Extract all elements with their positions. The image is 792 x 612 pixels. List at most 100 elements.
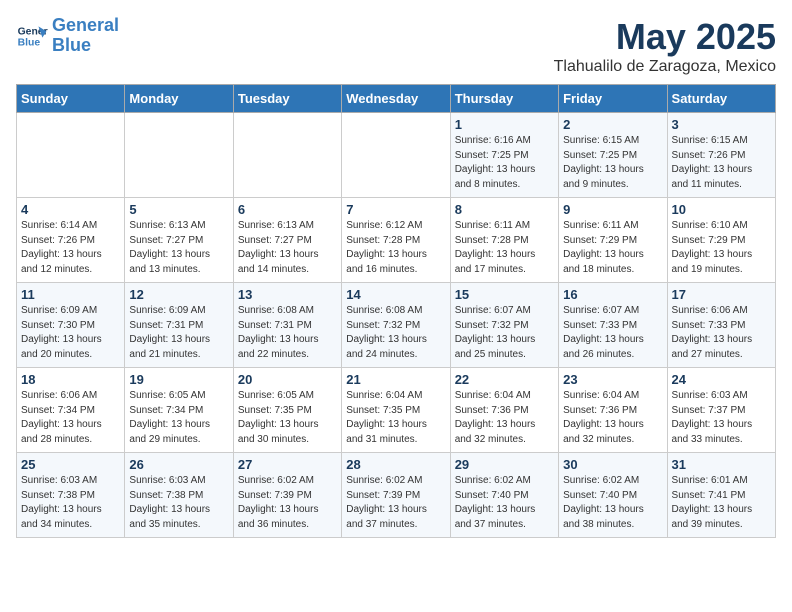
logo-text: General Blue <box>52 16 119 56</box>
day-number: 17 <box>672 287 771 302</box>
day-info: Sunrise: 6:02 AM Sunset: 7:39 PM Dayligh… <box>346 474 445 532</box>
day-number: 18 <box>21 372 120 387</box>
calendar-cell: 26 Sunrise: 6:03 AM Sunset: 7:38 PM Dayli… <box>125 453 233 538</box>
day-number: 3 <box>672 117 771 132</box>
day-number: 13 <box>238 287 337 302</box>
calendar-cell: 2Sunrise: 6:15 AM Sunset: 7:25 PM Daylig… <box>559 113 667 198</box>
day-number: 7 <box>346 202 445 217</box>
calendar-cell: 3 Sunrise: 6:15 AM Sunset: 7:26 PM Daylig… <box>667 113 775 198</box>
weekday-header-wednesday: Wednesday <box>342 85 450 113</box>
day-number: 23 <box>563 372 662 387</box>
day-info: Sunrise: 6:08 AM Sunset: 7:32 PM Dayligh… <box>346 304 445 362</box>
calendar-cell: 23 Sunrise: 6:04 AM Sunset: 7:36 PM Dayli… <box>559 368 667 453</box>
calendar-header: SundayMondayTuesdayWednesdayThursdayFrid… <box>17 85 776 113</box>
calendar-cell: 10 Sunrise: 6:10 AM Sunset: 7:29 PM Dayli… <box>667 198 775 283</box>
calendar-week-3: 11Sunrise: 6:09 AM Sunset: 7:30 PM Dayli… <box>17 283 776 368</box>
logo-general: General <box>52 15 119 35</box>
calendar-cell: 21Sunrise: 6:04 AM Sunset: 7:35 PM Dayli… <box>342 368 450 453</box>
calendar-cell: 11Sunrise: 6:09 AM Sunset: 7:30 PM Dayli… <box>17 283 125 368</box>
calendar-cell: 6Sunrise: 6:13 AM Sunset: 7:27 PM Daylig… <box>233 198 341 283</box>
day-number: 10 <box>672 202 771 217</box>
day-info: Sunrise: 6:03 AM Sunset: 7:38 PM Dayligh… <box>21 474 120 532</box>
calendar-cell: 17 Sunrise: 6:06 AM Sunset: 7:33 PM Dayli… <box>667 283 775 368</box>
day-number: 31 <box>672 457 771 472</box>
day-number: 24 <box>672 372 771 387</box>
day-number: 28 <box>346 457 445 472</box>
day-info: Sunrise: 6:03 AM Sunset: 7:38 PM Dayligh… <box>129 474 228 532</box>
day-number: 19 <box>129 372 228 387</box>
calendar-cell: 15 Sunrise: 6:07 AM Sunset: 7:32 PM Dayli… <box>450 283 558 368</box>
day-info: Sunrise: 6:04 AM Sunset: 7:36 PM Dayligh… <box>455 389 554 447</box>
day-info: Sunrise: 6:05 AM Sunset: 7:34 PM Dayligh… <box>129 389 228 447</box>
weekday-header-tuesday: Tuesday <box>233 85 341 113</box>
calendar-cell: 25 Sunrise: 6:03 AM Sunset: 7:38 PM Dayli… <box>17 453 125 538</box>
calendar-body: 1 Sunrise: 6:16 AM Sunset: 7:25 PM Daylig… <box>17 113 776 538</box>
page-header: General Blue General Blue May 2025 Tlahu… <box>16 16 776 76</box>
weekday-header-friday: Friday <box>559 85 667 113</box>
day-number: 14 <box>346 287 445 302</box>
logo: General Blue General Blue <box>16 16 119 56</box>
calendar-cell: 14 Sunrise: 6:08 AM Sunset: 7:32 PM Dayli… <box>342 283 450 368</box>
calendar-cell: 29 Sunrise: 6:02 AM Sunset: 7:40 PM Dayli… <box>450 453 558 538</box>
location-title: Tlahualilo de Zaragoza, Mexico <box>554 58 776 76</box>
calendar-cell: 28 Sunrise: 6:02 AM Sunset: 7:39 PM Dayli… <box>342 453 450 538</box>
day-info: Sunrise: 6:15 AM Sunset: 7:26 PM Dayligh… <box>672 134 771 192</box>
day-info: Sunrise: 6:02 AM Sunset: 7:40 PM Dayligh… <box>455 474 554 532</box>
weekday-header-row: SundayMondayTuesdayWednesdayThursdayFrid… <box>17 85 776 113</box>
calendar-cell: 18 Sunrise: 6:06 AM Sunset: 7:34 PM Dayli… <box>17 368 125 453</box>
calendar-cell: 4 Sunrise: 6:14 AM Sunset: 7:26 PM Daylig… <box>17 198 125 283</box>
day-number: 12 <box>129 287 228 302</box>
calendar-cell: 13 Sunrise: 6:08 AM Sunset: 7:31 PM Dayli… <box>233 283 341 368</box>
day-number: 4 <box>21 202 120 217</box>
calendar-cell: 30Sunrise: 6:02 AM Sunset: 7:40 PM Dayli… <box>559 453 667 538</box>
calendar-cell <box>233 113 341 198</box>
day-info: Sunrise: 6:11 AM Sunset: 7:28 PM Dayligh… <box>455 219 554 277</box>
day-info: Sunrise: 6:08 AM Sunset: 7:31 PM Dayligh… <box>238 304 337 362</box>
day-info: Sunrise: 6:15 AM Sunset: 7:25 PM Dayligh… <box>563 134 662 192</box>
day-number: 1 <box>455 117 554 132</box>
day-info: Sunrise: 6:09 AM Sunset: 7:31 PM Dayligh… <box>129 304 228 362</box>
day-info: Sunrise: 6:16 AM Sunset: 7:25 PM Dayligh… <box>455 134 554 192</box>
day-info: Sunrise: 6:12 AM Sunset: 7:28 PM Dayligh… <box>346 219 445 277</box>
day-info: Sunrise: 6:04 AM Sunset: 7:36 PM Dayligh… <box>563 389 662 447</box>
day-info: Sunrise: 6:06 AM Sunset: 7:34 PM Dayligh… <box>21 389 120 447</box>
calendar-cell: 5Sunrise: 6:13 AM Sunset: 7:27 PM Daylig… <box>125 198 233 283</box>
weekday-header-monday: Monday <box>125 85 233 113</box>
day-info: Sunrise: 6:14 AM Sunset: 7:26 PM Dayligh… <box>21 219 120 277</box>
day-info: Sunrise: 6:03 AM Sunset: 7:37 PM Dayligh… <box>672 389 771 447</box>
calendar-cell: 27Sunrise: 6:02 AM Sunset: 7:39 PM Dayli… <box>233 453 341 538</box>
day-info: Sunrise: 6:04 AM Sunset: 7:35 PM Dayligh… <box>346 389 445 447</box>
weekday-header-saturday: Saturday <box>667 85 775 113</box>
day-info: Sunrise: 6:06 AM Sunset: 7:33 PM Dayligh… <box>672 304 771 362</box>
calendar-cell: 9 Sunrise: 6:11 AM Sunset: 7:29 PM Daylig… <box>559 198 667 283</box>
weekday-header-sunday: Sunday <box>17 85 125 113</box>
day-number: 29 <box>455 457 554 472</box>
calendar-week-4: 18 Sunrise: 6:06 AM Sunset: 7:34 PM Dayli… <box>17 368 776 453</box>
calendar-cell: 19 Sunrise: 6:05 AM Sunset: 7:34 PM Dayli… <box>125 368 233 453</box>
day-info: Sunrise: 6:13 AM Sunset: 7:27 PM Dayligh… <box>129 219 228 277</box>
calendar-cell: 22Sunrise: 6:04 AM Sunset: 7:36 PM Dayli… <box>450 368 558 453</box>
svg-text:Blue: Blue <box>18 37 41 48</box>
calendar-cell: 31Sunrise: 6:01 AM Sunset: 7:41 PM Dayli… <box>667 453 775 538</box>
calendar-week-2: 4 Sunrise: 6:14 AM Sunset: 7:26 PM Daylig… <box>17 198 776 283</box>
calendar-cell: 12 Sunrise: 6:09 AM Sunset: 7:31 PM Dayli… <box>125 283 233 368</box>
day-info: Sunrise: 6:10 AM Sunset: 7:29 PM Dayligh… <box>672 219 771 277</box>
calendar-cell <box>125 113 233 198</box>
calendar-table: SundayMondayTuesdayWednesdayThursdayFrid… <box>16 84 776 538</box>
calendar-cell <box>17 113 125 198</box>
calendar-cell: 24 Sunrise: 6:03 AM Sunset: 7:37 PM Dayli… <box>667 368 775 453</box>
day-number: 26 <box>129 457 228 472</box>
day-number: 27 <box>238 457 337 472</box>
day-number: 25 <box>21 457 120 472</box>
title-area: May 2025 Tlahualilo de Zaragoza, Mexico <box>554 16 776 76</box>
calendar-cell: 1 Sunrise: 6:16 AM Sunset: 7:25 PM Daylig… <box>450 113 558 198</box>
day-info: Sunrise: 6:07 AM Sunset: 7:32 PM Dayligh… <box>455 304 554 362</box>
day-info: Sunrise: 6:05 AM Sunset: 7:35 PM Dayligh… <box>238 389 337 447</box>
weekday-header-thursday: Thursday <box>450 85 558 113</box>
calendar-cell: 8Sunrise: 6:11 AM Sunset: 7:28 PM Daylig… <box>450 198 558 283</box>
day-info: Sunrise: 6:11 AM Sunset: 7:29 PM Dayligh… <box>563 219 662 277</box>
day-number: 15 <box>455 287 554 302</box>
day-number: 9 <box>563 202 662 217</box>
calendar-cell: 7 Sunrise: 6:12 AM Sunset: 7:28 PM Daylig… <box>342 198 450 283</box>
day-number: 20 <box>238 372 337 387</box>
